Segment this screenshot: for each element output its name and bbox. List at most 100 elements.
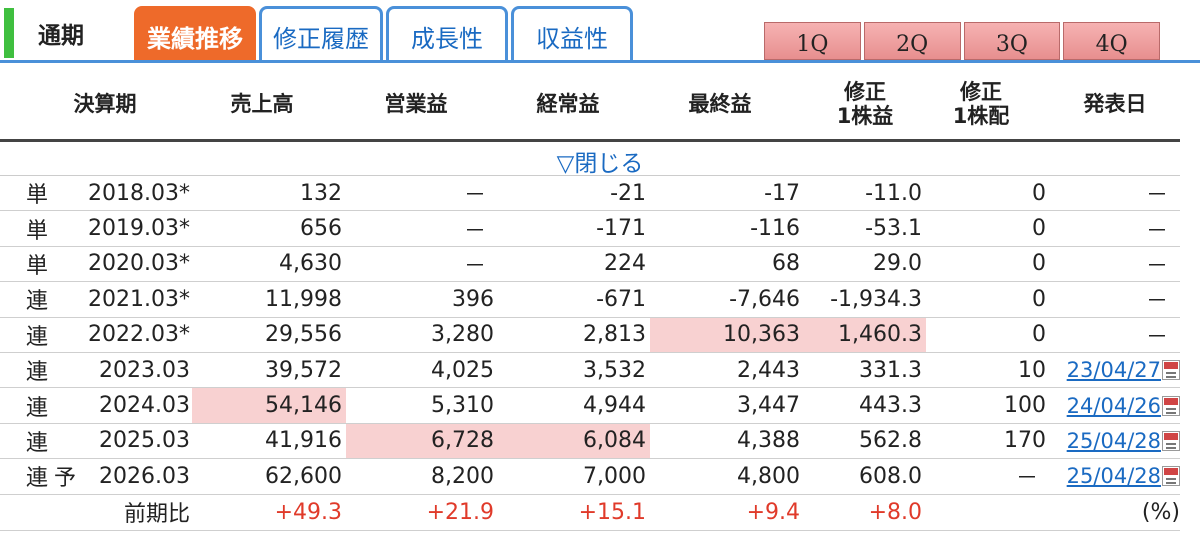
row-announce-date: 25/04/28: [1050, 424, 1180, 458]
table-row: 連予 2026.03 62,600 8,200 7,000 4,800 608.0 － 25/0…: [0, 459, 1180, 495]
performance-table: 決算期 売上高 営業益 経常益 最終益 修正 1株益 修正 1株配 発表日 ▽閉…: [0, 66, 1180, 531]
header-eps-line2: 1株益: [836, 104, 894, 128]
row-type: 連: [26, 466, 49, 492]
row-net: -7,646: [729, 286, 800, 312]
row-operating: 8,200: [431, 463, 494, 489]
header-operating: 営業益: [384, 92, 448, 116]
row-type: 連: [26, 360, 49, 386]
table-header: 決算期 売上高 営業益 経常益 最終益 修正 1株益 修正 1株配 発表日: [0, 66, 1180, 142]
row-type: 連: [26, 395, 49, 421]
yoy-row: 前期比 +49.3 +21.9 +15.1 +9.4 +8.0 (%): [0, 495, 1180, 531]
row-eps: -11.0: [865, 180, 922, 206]
quarter-button-3q[interactable]: 3Q: [963, 22, 1061, 60]
quarter-button-4q[interactable]: 4Q: [1063, 22, 1160, 60]
row-sales: 29,556: [265, 322, 342, 348]
row-ordinary: 224: [604, 251, 646, 277]
row-dividend: 0: [1032, 216, 1046, 242]
row-sales: 54,146: [192, 388, 346, 423]
announce-date-link[interactable]: 25/04/28: [1067, 429, 1161, 453]
yoy-net: +9.4: [746, 499, 800, 525]
row-sales: 4,630: [279, 251, 342, 277]
row-type: 連: [26, 289, 49, 315]
row-period: 2023.03: [99, 357, 190, 383]
row-sales: 41,916: [265, 428, 342, 454]
row-eps: 443.3: [859, 393, 922, 419]
row-period: 2018.03*: [88, 180, 190, 206]
row-ordinary: -21: [610, 180, 646, 206]
row-dividend: 0: [1032, 322, 1046, 348]
header-dividend: 修正 1株配: [926, 66, 1036, 142]
announce-date-link[interactable]: 24/04/26: [1067, 394, 1161, 418]
row-announce-date: －: [1145, 324, 1168, 350]
tab-growth[interactable]: 成長性: [386, 6, 508, 62]
row-dividend: －: [1015, 466, 1038, 492]
row-type: 連: [26, 324, 49, 350]
row-operating: 6,728: [346, 423, 498, 459]
row-dividend: 0: [1032, 180, 1046, 206]
row-announce-date: 23/04/27: [1050, 353, 1180, 387]
row-dividend: 0: [1032, 286, 1046, 312]
announce-date-link[interactable]: 23/04/27: [1067, 358, 1161, 382]
table-row: 連 2021.03* 11,998 396 -671 -7,646 -1,934.3 0 －: [0, 282, 1180, 318]
row-type: 単: [26, 218, 49, 244]
yoy-label: 前期比: [123, 502, 190, 528]
collapse-toggle[interactable]: ▽閉じる: [540, 144, 660, 178]
table-row: 連 2024.03 54,146 5,310 4,944 3,447 443.3 100 24/…: [0, 388, 1180, 424]
row-period: 2021.03*: [88, 286, 190, 312]
row-ordinary: 4,944: [583, 393, 646, 419]
row-eps: 1,460.3: [804, 317, 926, 352]
row-eps: 331.3: [859, 357, 922, 383]
row-ordinary: -171: [596, 216, 646, 242]
header-date: 発表日: [1083, 92, 1147, 116]
row-period: 2020.03*: [88, 251, 190, 277]
row-operating: －: [463, 183, 486, 209]
yoy-operating: +21.9: [426, 499, 494, 525]
pdf-icon[interactable]: [1162, 430, 1180, 451]
announce-date-link[interactable]: 25/04/28: [1067, 464, 1161, 488]
row-operating: 5,310: [431, 393, 494, 419]
row-announce-date: －: [1145, 183, 1168, 209]
row-eps: 608.0: [859, 463, 922, 489]
row-net: 3,447: [737, 393, 800, 419]
yoy-ordinary: +15.1: [578, 499, 646, 525]
row-dividend: 0: [1032, 251, 1046, 277]
tab-revision-history[interactable]: 修正履歴: [259, 6, 383, 62]
row-eps: 562.8: [859, 428, 922, 454]
toggle-row: ▽閉じる: [0, 142, 1180, 178]
row-period: 2022.03*: [88, 322, 190, 348]
quarter-button-1q[interactable]: 1Q: [764, 22, 861, 60]
header-sales: 売上高: [230, 92, 294, 116]
row-announce-date: －: [1145, 253, 1168, 279]
pdf-icon[interactable]: [1162, 466, 1180, 487]
row-net: 68: [772, 251, 800, 277]
row-net: -17: [764, 180, 800, 206]
row-net: 2,443: [737, 357, 800, 383]
tab-performance[interactable]: 業績推移: [134, 6, 256, 62]
row-dividend: 170: [1004, 428, 1046, 454]
period-label: 通期: [38, 23, 84, 49]
table-row: 連 2022.03* 29,556 3,280 2,813 10,363 1,460.3 0 －: [0, 317, 1180, 353]
quarter-button-2q[interactable]: 2Q: [863, 22, 961, 60]
row-net: 4,800: [737, 463, 800, 489]
header-eps: 修正 1株益: [804, 66, 926, 142]
row-operating: 4,025: [431, 357, 494, 383]
tab-underline: [0, 60, 1200, 63]
table-row: 連 2023.03 39,572 4,025 3,532 2,443 331.3 10 23/0…: [0, 353, 1180, 389]
pdf-icon[interactable]: [1162, 395, 1180, 416]
yoy-sales: +49.3: [274, 499, 342, 525]
row-sales: 39,572: [265, 357, 342, 383]
tab-profitability[interactable]: 収益性: [511, 6, 633, 62]
row-sales: 656: [300, 216, 342, 242]
row-net: -116: [750, 216, 800, 242]
row-period: 2024.03: [99, 393, 190, 419]
row-eps: 29.0: [873, 251, 922, 277]
yoy-eps: +8.0: [868, 499, 922, 525]
row-eps: -1,934.3: [830, 286, 922, 312]
pdf-icon[interactable]: [1162, 360, 1180, 381]
row-type: 単: [26, 253, 49, 279]
header-period: 決算期: [73, 92, 137, 116]
row-announce-date: 24/04/26: [1050, 388, 1180, 422]
section-marker: [4, 8, 14, 58]
table-row: 単 2020.03* 4,630 － 224 68 29.0 0 －: [0, 247, 1180, 283]
row-ordinary: 2,813: [583, 322, 646, 348]
